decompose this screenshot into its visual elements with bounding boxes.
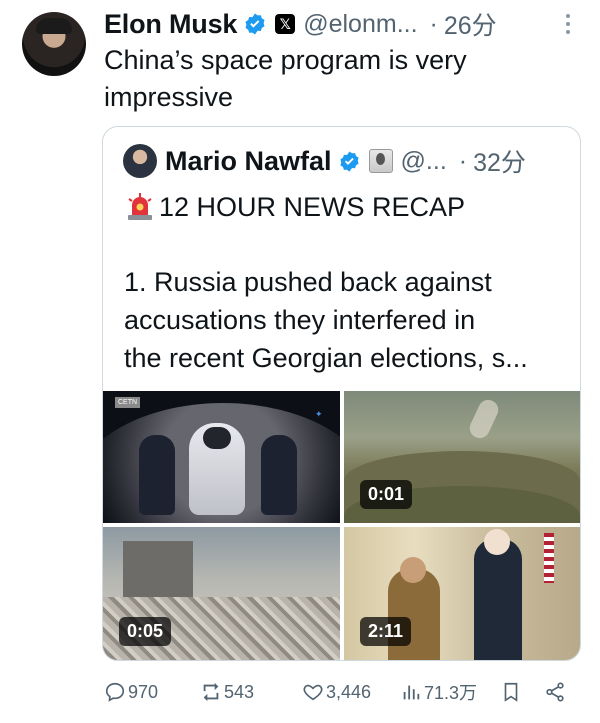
person-figure <box>139 435 175 515</box>
verified-icon <box>245 13 265 35</box>
bookmark-icon <box>504 682 518 702</box>
person-figure <box>261 435 297 515</box>
author-name[interactable]: Elon Musk <box>104 9 237 40</box>
author-handle[interactable]: @elonm... <box>303 10 417 39</box>
share-button[interactable] <box>544 675 566 709</box>
views-button[interactable]: 71.3万 <box>400 675 477 709</box>
flag-shape <box>544 533 554 583</box>
media-video-voting[interactable]: 2:11 <box>344 527 580 660</box>
heart-icon <box>303 684 323 701</box>
video-duration: 0:05 <box>119 617 172 646</box>
siren-emoji-icon <box>128 193 152 220</box>
video-duration: 0:01 <box>360 480 413 509</box>
tweet-text: China’s space program is very impressive <box>104 45 467 112</box>
reply-count: 970 <box>128 681 159 702</box>
verified-icon <box>339 150 359 172</box>
quoted-author-avatar[interactable] <box>123 144 157 178</box>
quoted-headline: 12 HOUR NEWS RECAP <box>159 192 466 222</box>
separator-dot: · <box>429 9 438 38</box>
reply-icon <box>105 682 125 702</box>
quoted-tweet[interactable]: Mario Nawfal @... · 32分 12 HOUR NEWS REC… <box>102 126 581 661</box>
media-grid: CETN ✦ 0:01 0:05 2:11 <box>103 391 580 660</box>
astronaut-figure <box>189 423 245 515</box>
repost-button[interactable]: 543 <box>200 675 254 709</box>
action-bar: 970 543 3,446 71.3万 <box>104 675 576 709</box>
quoted-tweet-header: Mario Nawfal @... · 32分 <box>165 141 526 181</box>
reply-button[interactable]: 970 <box>104 675 158 709</box>
x-affiliation-icon: 𝕏 <box>275 14 296 34</box>
quoted-author-name[interactable]: Mario Nawfal <box>165 146 332 177</box>
bookmark-button[interactable] <box>500 675 522 709</box>
channel-logo: CETN <box>115 397 141 408</box>
view-count: 71.3万 <box>424 683 478 703</box>
repost-count: 543 <box>224 681 255 702</box>
tv-logo-icon: ✦ <box>315 409 323 419</box>
share-icon <box>546 682 564 702</box>
person-figure <box>474 529 522 660</box>
person-figure <box>388 557 440 660</box>
affiliation-badge-icon <box>368 149 393 173</box>
timestamp[interactable]: 26分 <box>444 6 497 42</box>
ruined-building-shape <box>123 541 193 601</box>
tweet-header: Elon Musk 𝕏 @elonm... · 26分 <box>104 6 497 42</box>
media-image-astronaut[interactable]: CETN ✦ <box>103 391 340 523</box>
like-button[interactable]: 3,446 <box>302 675 371 709</box>
separator-dot: · <box>458 146 468 175</box>
quoted-text: 1. Russia pushed back against accusation… <box>124 267 528 373</box>
smoke-shape <box>466 396 502 442</box>
like-count: 3,446 <box>326 681 372 702</box>
quoted-author-handle[interactable]: @... <box>401 147 447 176</box>
views-chart-icon <box>403 685 420 700</box>
media-video-aerial[interactable]: 0:01 <box>344 391 580 523</box>
quoted-timestamp[interactable]: 32分 <box>473 143 526 179</box>
media-video-rubble[interactable]: 0:05 <box>103 527 340 660</box>
repost-icon <box>203 682 219 702</box>
more-options-icon[interactable] <box>560 8 576 40</box>
video-duration: 2:11 <box>360 617 412 646</box>
author-avatar[interactable] <box>22 12 86 76</box>
